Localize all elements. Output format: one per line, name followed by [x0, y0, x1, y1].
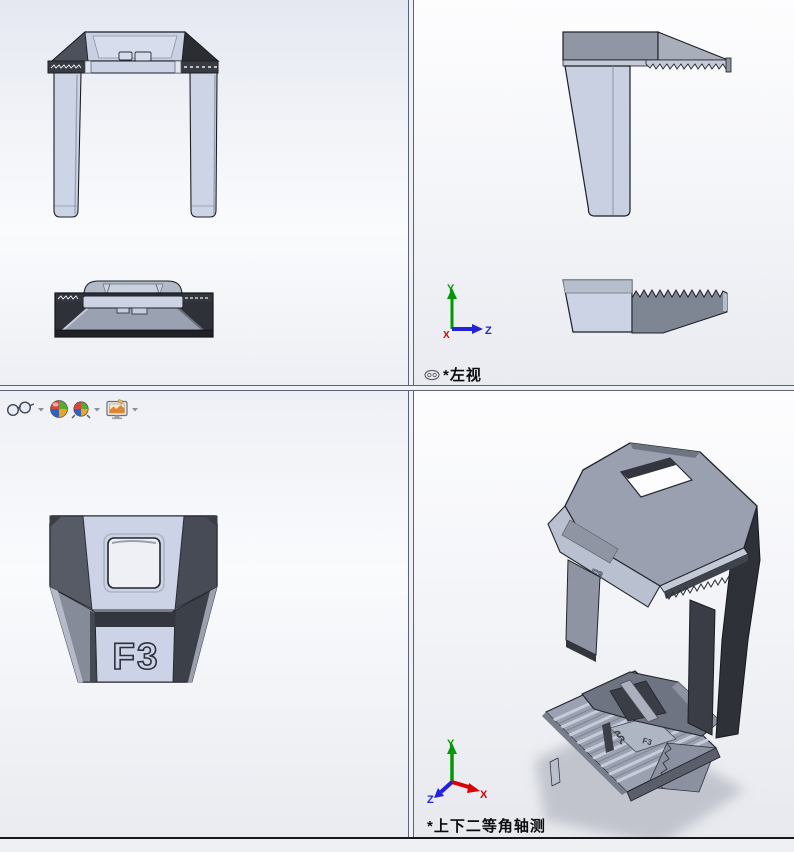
axis-x-label: X [443, 330, 450, 341]
dark-band [95, 612, 175, 627]
top-slot [134, 51, 152, 62]
viewport-splitter-vertical[interactable] [408, 0, 414, 837]
base-front-view[interactable] [54, 280, 214, 338]
leg-right [189, 72, 218, 218]
axis-z-label: Z [427, 794, 434, 806]
dropdown-caret-icon[interactable] [94, 408, 100, 412]
viewport-top-right[interactable]: Y Z X *左视 [414, 0, 794, 385]
orientation-triad: Y X Z [427, 738, 488, 806]
base-front-view-zoomed[interactable]: F3 [49, 515, 218, 683]
viewport-canvas-bottom-left[interactable]: F3 [0, 391, 408, 837]
glasses-icon[interactable] [6, 401, 35, 417]
engraved-part-label: F3 [112, 636, 159, 677]
top-slot [118, 51, 133, 61]
cad-multi-viewport: Y Z X *左视 F3 F3 Y X Z *上下二等角轴测 [0, 0, 794, 852]
color-sphere-icon[interactable] [50, 400, 68, 418]
viewport-splitter-horizontal[interactable] [0, 385, 794, 391]
dropdown-caret-icon[interactable] [38, 408, 44, 412]
orientation-triad: Y Z X [443, 283, 492, 341]
clamp-top-front-view[interactable] [47, 31, 220, 218]
axis-y-label: Y [447, 738, 455, 750]
clamp-top-side-view[interactable] [562, 31, 732, 217]
scene-ball-icon[interactable] [71, 401, 91, 419]
heads-up-toolbar [4, 396, 154, 422]
view-orientation-label: *上下二等角轴测 [427, 815, 546, 836]
square-hole [107, 537, 161, 589]
viewport-canvas-top-left[interactable] [0, 0, 408, 385]
viewport-canvas-top-right[interactable]: Y Z X [414, 0, 794, 385]
viewport-top-left[interactable] [0, 0, 408, 385]
multi-view-badge-icon [424, 369, 440, 380]
monitor-icon[interactable] [106, 399, 128, 420]
view-orientation-label: *左视 [424, 364, 482, 385]
leg-profile [564, 65, 631, 217]
viewport-bottom-left[interactable]: F3 [0, 391, 408, 837]
viewport-bottom-right[interactable]: F3 F3 [414, 391, 794, 837]
dropdown-caret-icon[interactable] [132, 408, 138, 412]
serrated-jaw [645, 59, 731, 70]
viewport-canvas-bottom-right[interactable]: F3 F3 [414, 391, 794, 837]
view-name-text: *左视 [443, 367, 482, 384]
axis-z-label: Z [485, 325, 492, 337]
status-strip [0, 839, 794, 852]
leg-front-left [565, 559, 601, 656]
base-side-view[interactable] [562, 279, 728, 334]
serrated-base-jaw [631, 288, 728, 334]
leg-front-right [687, 599, 716, 736]
axis-y-label: Y [447, 283, 455, 295]
axis-x-label: X [480, 789, 488, 801]
view-name-text: *上下二等角轴测 [427, 818, 546, 835]
